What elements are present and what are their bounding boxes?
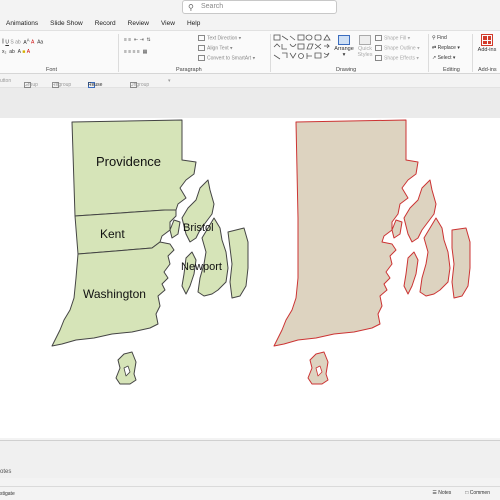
accessibility-status[interactable]: stigate: [0, 491, 15, 497]
font-group-label: Font: [46, 67, 58, 73]
quick-styles-icon: [359, 35, 371, 45]
addins-icon: [481, 34, 493, 46]
county-label-kent: Kent: [100, 227, 125, 241]
paragraph-align-buttons[interactable]: ≡ ≡ ≡ ≡ ▦: [124, 49, 147, 55]
font-controls[interactable]: I U S ab AA A Aa: [2, 37, 43, 46]
replace-button[interactable]: ⇄ Replace ▾: [432, 45, 460, 51]
align-text-button[interactable]: Align Text ▾: [198, 45, 233, 51]
county-label-providence: Providence: [96, 154, 161, 169]
search-placeholder: Search: [201, 3, 224, 10]
shape-effects-button[interactable]: Shape Effects ▾: [375, 55, 419, 61]
state-prudence-shape[interactable]: [391, 219, 403, 239]
shape-outline-icon: [375, 45, 382, 51]
find-button[interactable]: ⚲ Find: [432, 35, 447, 41]
text-direction-button[interactable]: Text Direction ▾: [198, 35, 241, 41]
comments-icon: □: [465, 490, 469, 496]
shapes-gallery[interactable]: [273, 34, 331, 64]
select-button[interactable]: ↗ Select ▾: [432, 55, 455, 61]
notes-label: otes: [0, 469, 12, 475]
search-input[interactable]: ⚲ Search: [182, 0, 337, 14]
separator: [270, 34, 271, 72]
convert-smartart-button[interactable]: Convert to SmartArt ▾: [198, 55, 255, 61]
tab-help[interactable]: Help: [181, 17, 206, 30]
align-text-icon: [198, 45, 205, 51]
status-bar: stigate ☰ Notes □ Commen: [0, 486, 500, 500]
notes-pane[interactable]: [0, 440, 500, 478]
separator: [118, 34, 119, 72]
addins-group-label: Add-ins: [478, 67, 497, 73]
county-label-bristol: Bristol: [183, 222, 214, 234]
shape-fill-icon: [375, 35, 382, 41]
shape-fill-button[interactable]: Shape Fill ▾: [375, 35, 410, 41]
state-east-shape[interactable]: [451, 227, 471, 299]
find-icon: ⚲: [432, 35, 436, 41]
paragraph-list-buttons[interactable]: ≡ ≡ ⇤ ⇥ ⇅: [124, 37, 151, 43]
comments-button[interactable]: □ Commen: [465, 490, 490, 496]
customize-toolbar-icon[interactable]: ▾: [168, 78, 171, 84]
addins-button[interactable]: Add-ins: [476, 34, 498, 53]
editing-group-label: Editing: [443, 67, 460, 73]
replace-icon: ⇄: [432, 45, 437, 51]
shape-effects-icon: [375, 55, 382, 61]
button-partial[interactable]: utton: [0, 78, 11, 84]
select-icon: ↗: [432, 55, 437, 61]
tab-view[interactable]: View: [155, 17, 181, 30]
conanicut-island-shape[interactable]: [181, 251, 197, 295]
title-bar: ⚲ Search: [0, 0, 500, 16]
newport-east-shape[interactable]: [227, 227, 249, 299]
canvas-background: [0, 88, 500, 118]
right-map: [273, 119, 471, 385]
rhode-island-maps: Providence Kent Washington Bristol Newpo…: [51, 119, 471, 385]
text-direction-icon: [198, 35, 205, 41]
state-aquidneck-shape[interactable]: [419, 217, 451, 297]
county-label-newport: Newport: [181, 261, 222, 273]
prudence-island-shape[interactable]: [169, 219, 181, 239]
smartart-icon: [198, 55, 205, 61]
tab-review[interactable]: Review: [122, 17, 155, 30]
tab-slide-show[interactable]: Slide Show: [44, 17, 89, 30]
slide-canvas[interactable]: Providence Kent Washington Bristol Newpo…: [0, 118, 500, 438]
drawing-group-label: Drawing: [336, 67, 357, 73]
state-conanicut-shape[interactable]: [403, 251, 419, 295]
search-icon: ⚲: [188, 3, 194, 12]
menu-bar: Animations Slide Show Record Review View…: [0, 17, 500, 30]
notes-icon: ☰: [432, 490, 437, 496]
tab-animations[interactable]: Animations: [0, 17, 44, 30]
county-label-washington: Washington: [83, 287, 146, 301]
separator: [472, 34, 473, 72]
tab-record[interactable]: Record: [89, 17, 122, 30]
arrange-button[interactable]: Arrange ▾: [333, 35, 355, 58]
ribbon: I U S ab AA A Aa x₂ ab A ■ A Font ≡ ≡ ⇤ …: [0, 30, 500, 74]
separator: [428, 34, 429, 72]
paragraph-group-label: Paragraph: [176, 67, 202, 73]
shape-outline-button[interactable]: Shape Outline ▾: [375, 45, 420, 51]
notes-toggle-button[interactable]: ☰ Notes: [432, 490, 451, 496]
font-color-row[interactable]: x₂ ab A ■ A: [2, 49, 30, 55]
quick-styles-button[interactable]: Quick Styles: [355, 35, 375, 58]
arrange-icon: [338, 35, 350, 45]
secondary-toolbar: utton Group Regroup Reuse Slides Ungroup…: [0, 74, 500, 94]
